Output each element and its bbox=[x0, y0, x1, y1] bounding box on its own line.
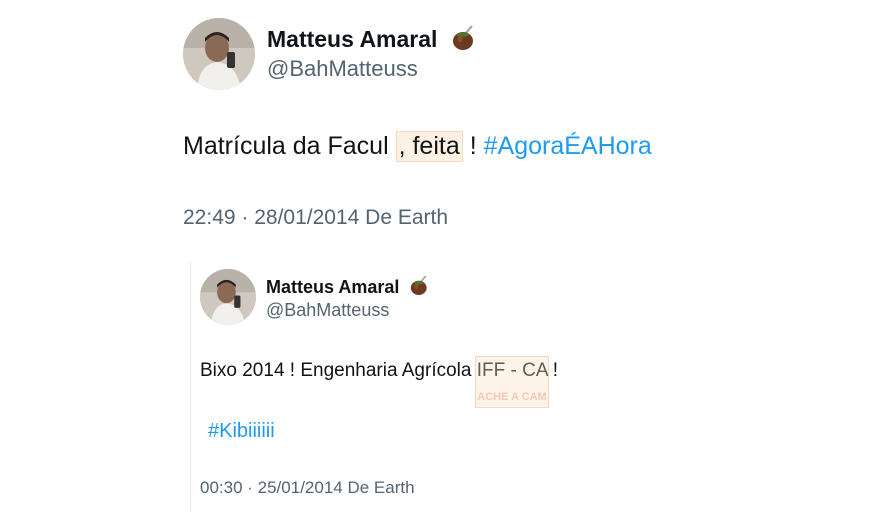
mate-gourd-icon bbox=[452, 25, 476, 57]
author-name-text: Matteus Amaral bbox=[267, 26, 438, 53]
quoted-author-name[interactable]: Matteus Amaral bbox=[266, 275, 429, 301]
quote-divider bbox=[190, 262, 191, 512]
quoted-hashtag-link[interactable]: #Kibiiiiii bbox=[208, 420, 275, 443]
quoted-avatar-photo bbox=[200, 269, 256, 325]
author-avatar[interactable] bbox=[183, 18, 255, 90]
tweet-timestamp[interactable]: 22:49 · 28/01/2014 De Earth bbox=[183, 206, 448, 230]
quoted-author-handle[interactable]: @BahMatteuss bbox=[266, 300, 389, 321]
tweet-text-part1: Matrícula da Facul bbox=[183, 132, 389, 160]
mate-gourd-icon bbox=[410, 275, 429, 301]
watermark-stamp: ACHE A CAM bbox=[475, 356, 549, 408]
hashtag-link[interactable]: #AgoraÉAHora bbox=[484, 132, 652, 160]
author-name[interactable]: Matteus Amaral bbox=[267, 25, 476, 57]
quoted-author-name-text: Matteus Amaral bbox=[266, 276, 400, 297]
author-handle[interactable]: @BahMatteuss bbox=[267, 56, 418, 82]
quoted-timestamp[interactable]: 00:30 · 25/01/2014 De Earth bbox=[200, 478, 415, 498]
tweet-text-part2: , feita bbox=[395, 131, 463, 162]
tweet-text: Matrícula da Facul , feita ! #AgoraÉAHor… bbox=[183, 131, 652, 162]
quoted-author-avatar[interactable] bbox=[200, 269, 256, 325]
avatar-photo bbox=[183, 18, 255, 90]
tweet-text-part3: ! bbox=[469, 132, 484, 160]
